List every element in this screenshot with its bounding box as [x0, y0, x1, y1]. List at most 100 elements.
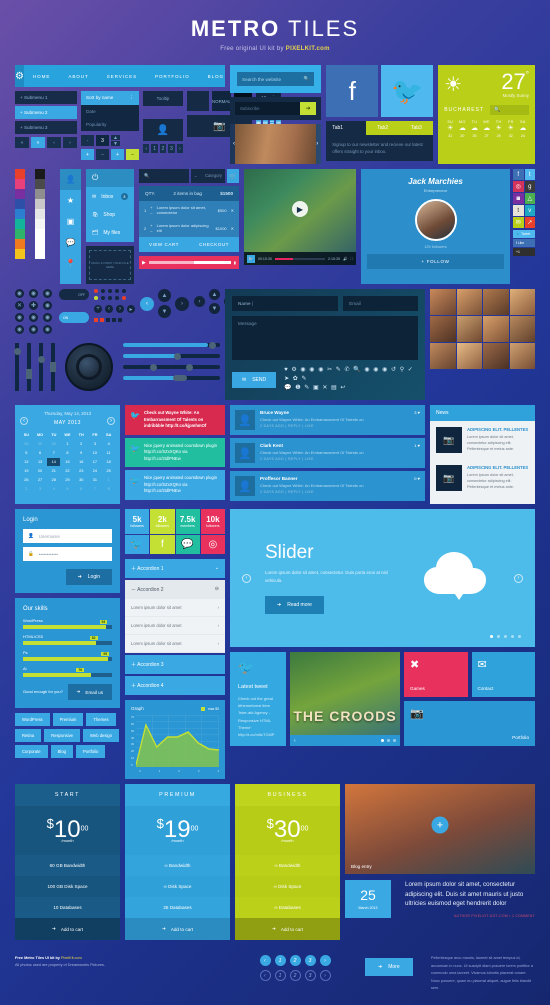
slider-widget[interactable]: ‹ Slider Lorem ipsum dolor sit amet, con…: [230, 509, 535, 647]
vertical-slider[interactable]: [50, 343, 56, 391]
tile-portfolio[interactable]: 📷 Portfolio: [404, 701, 535, 747]
power-icon[interactable]: ⏻: [86, 169, 134, 187]
tab-1[interactable]: Tab1: [326, 121, 366, 135]
vertical-slider[interactable]: [37, 343, 45, 391]
toggle-off[interactable]: OFF: [59, 289, 89, 300]
comment-icon[interactable]: 💬: [175, 535, 200, 554]
volume-icon[interactable]: ▮: [234, 260, 236, 265]
control-dot[interactable]: ◉: [43, 325, 52, 334]
facebook-tile[interactable]: f: [326, 65, 379, 117]
twitter-icon[interactable]: 🐦: [125, 535, 150, 554]
toggle-on[interactable]: ON: [59, 312, 89, 323]
password-input[interactable]: 🔒 ••••••••••••: [23, 547, 112, 561]
dribbble-icon[interactable]: ◎: [200, 535, 225, 554]
slider-dots[interactable]: [490, 635, 521, 638]
message-field[interactable]: Message: [232, 316, 418, 360]
control-dot[interactable]: ◉: [15, 325, 24, 334]
slider-prev[interactable]: ‹: [242, 573, 251, 583]
progress-bar[interactable]: [274, 257, 325, 260]
email-field[interactable]: Email: [343, 296, 418, 311]
like-button[interactable]: f Like: [513, 239, 535, 247]
user-icon-tile[interactable]: 👤: [143, 119, 183, 141]
vertical-slider[interactable]: [13, 343, 21, 391]
tweet-item[interactable]: 🐦 Check out Wayne White: An Embarrassment…: [125, 405, 225, 435]
dribbble-icon[interactable]: ◎: [513, 181, 524, 192]
menu-item-files[interactable]: 🗂 My files: [86, 224, 134, 242]
pin-icon[interactable]: 📍: [60, 253, 81, 274]
search-input[interactable]: Search the website 🔍: [237, 72, 315, 86]
nav-item[interactable]: PORTFOLIO: [146, 74, 199, 79]
remove-icon[interactable]: ✕: [231, 226, 234, 231]
tag[interactable]: Themes: [86, 713, 116, 726]
control-dot[interactable]: ◉: [29, 289, 38, 298]
cart-icon[interactable]: 🛒: [227, 169, 239, 183]
control-dot[interactable]: ◉: [29, 325, 38, 334]
stepper-up[interactable]: ▲: [111, 135, 120, 141]
main-navigation[interactable]: ⚙ HOME ABOUT SERVICES PORTFOLIO BLOG CON…: [15, 65, 269, 87]
control-panel[interactable]: ◉ ◉ ◉ ✕ ✚ ◉ ◉ ◉ ◉ ◉ ◉ ◉ OFF ON + ‹ › ▸ ‹…: [13, 289, 256, 400]
page-3[interactable]: 3: [168, 144, 175, 153]
android-icon[interactable]: △: [524, 193, 535, 204]
googleplus-icon[interactable]: g: [524, 181, 535, 192]
minus-button[interactable]: –: [96, 149, 109, 160]
blog-image[interactable]: + Blog entry: [345, 784, 535, 874]
accordion-open-header[interactable]: － Accordion 2 ⊖: [125, 580, 225, 599]
calendar-prev[interactable]: ‹: [20, 417, 28, 425]
carousel-next[interactable]: ›: [316, 141, 318, 147]
tag[interactable]: Corporate: [15, 745, 48, 758]
remove-icon[interactable]: ✕: [231, 208, 234, 213]
subscribe-button[interactable]: ➜: [300, 102, 317, 115]
like-count[interactable]: 3 ♥: [414, 410, 420, 430]
dropzone[interactable]: DRAG & DROP YOUR FILE HERE: [86, 246, 134, 284]
username-input[interactable]: 👤 Username: [23, 529, 112, 543]
video-player[interactable]: ▶ ▶ 00:15:35 2:15:35 🔊 ⛶: [244, 169, 356, 265]
arrow-right-button[interactable]: ›: [175, 296, 189, 311]
menu-item-shop[interactable]: 🛍 Shop: [86, 206, 134, 224]
jog-dial[interactable]: [65, 343, 113, 391]
cart-row[interactable]: 2 + – Lorem ipsum dolor adipiscing elit $…: [139, 219, 239, 237]
vimeo-icon[interactable]: v: [524, 205, 535, 216]
search-icon[interactable]: 🔍: [303, 76, 309, 82]
tweet-item[interactable]: 🐦 Nice jquery animated countdown plugin h…: [125, 437, 225, 467]
nav-item[interactable]: SERVICES: [98, 74, 146, 79]
toggle-normal[interactable]: NORMAL: [212, 91, 231, 111]
calendar-selected-day[interactable]: 14: [47, 458, 61, 466]
facebook-icon[interactable]: f: [513, 169, 524, 180]
shop-search-input[interactable]: 🔍: [139, 169, 189, 183]
tile-games[interactable]: ✖ Games: [404, 652, 468, 698]
accordion-row[interactable]: Lorem ipsum dolor sit amet ›: [125, 617, 225, 635]
instagram-icon[interactable]: ◙: [513, 193, 524, 204]
add-to-cart-button[interactable]: ➜ Add to cart: [235, 918, 340, 940]
portfolio-prev[interactable]: ‹: [294, 738, 296, 744]
submenu-item[interactable]: + Submenu 3: [15, 121, 77, 134]
accordion-row[interactable]: Lorem ipsum dolor sit amet ›: [125, 599, 225, 617]
comment-item[interactable]: 👤 Proffesor Banner Check out Wayne White…: [230, 471, 425, 501]
facebook-icon[interactable]: f: [150, 535, 175, 554]
accordion-header[interactable]: ＋ Accordion 3: [125, 655, 225, 674]
comment-icon[interactable]: 💬: [60, 232, 81, 253]
nav-item[interactable]: ABOUT: [59, 74, 97, 79]
portfolio-carousel[interactable]: THE CROODS ‹: [290, 652, 400, 747]
page-2[interactable]: 2: [159, 144, 167, 153]
add-to-cart-button[interactable]: ➜ Add to cart: [125, 918, 230, 940]
star-icon[interactable]: ★: [60, 190, 81, 211]
portfolio-dots[interactable]: [381, 739, 396, 743]
menu-item-inbox[interactable]: ✉ Inbox 8: [86, 187, 134, 206]
tag[interactable]: Web design: [83, 729, 120, 742]
plus-icon[interactable]: +: [431, 816, 449, 834]
tweet-button[interactable]: 🐦 Tweet: [513, 230, 535, 238]
accordion-header[interactable]: ＋ Accordion 4: [125, 676, 225, 695]
horizontal-slider[interactable]: [123, 341, 220, 349]
nav-dot[interactable]: ›: [116, 305, 124, 313]
share-icon[interactable]: ↗: [524, 217, 535, 228]
page-1[interactable]: 1: [151, 144, 158, 153]
like-count[interactable]: 1 ♥: [414, 443, 420, 463]
tag[interactable]: Premium: [52, 713, 84, 726]
control-dot[interactable]: ✚: [29, 301, 38, 310]
control-dot[interactable]: ◉: [15, 289, 24, 298]
dpad-down[interactable]: ▼: [209, 303, 220, 314]
twitter-icon[interactable]: t: [524, 169, 535, 180]
arrow-up-button[interactable]: ▲: [158, 289, 171, 302]
tab-bar[interactable]: Tab1 Tab2 Tab3: [326, 121, 434, 135]
follow-button[interactable]: + FOLLOW: [367, 254, 504, 269]
